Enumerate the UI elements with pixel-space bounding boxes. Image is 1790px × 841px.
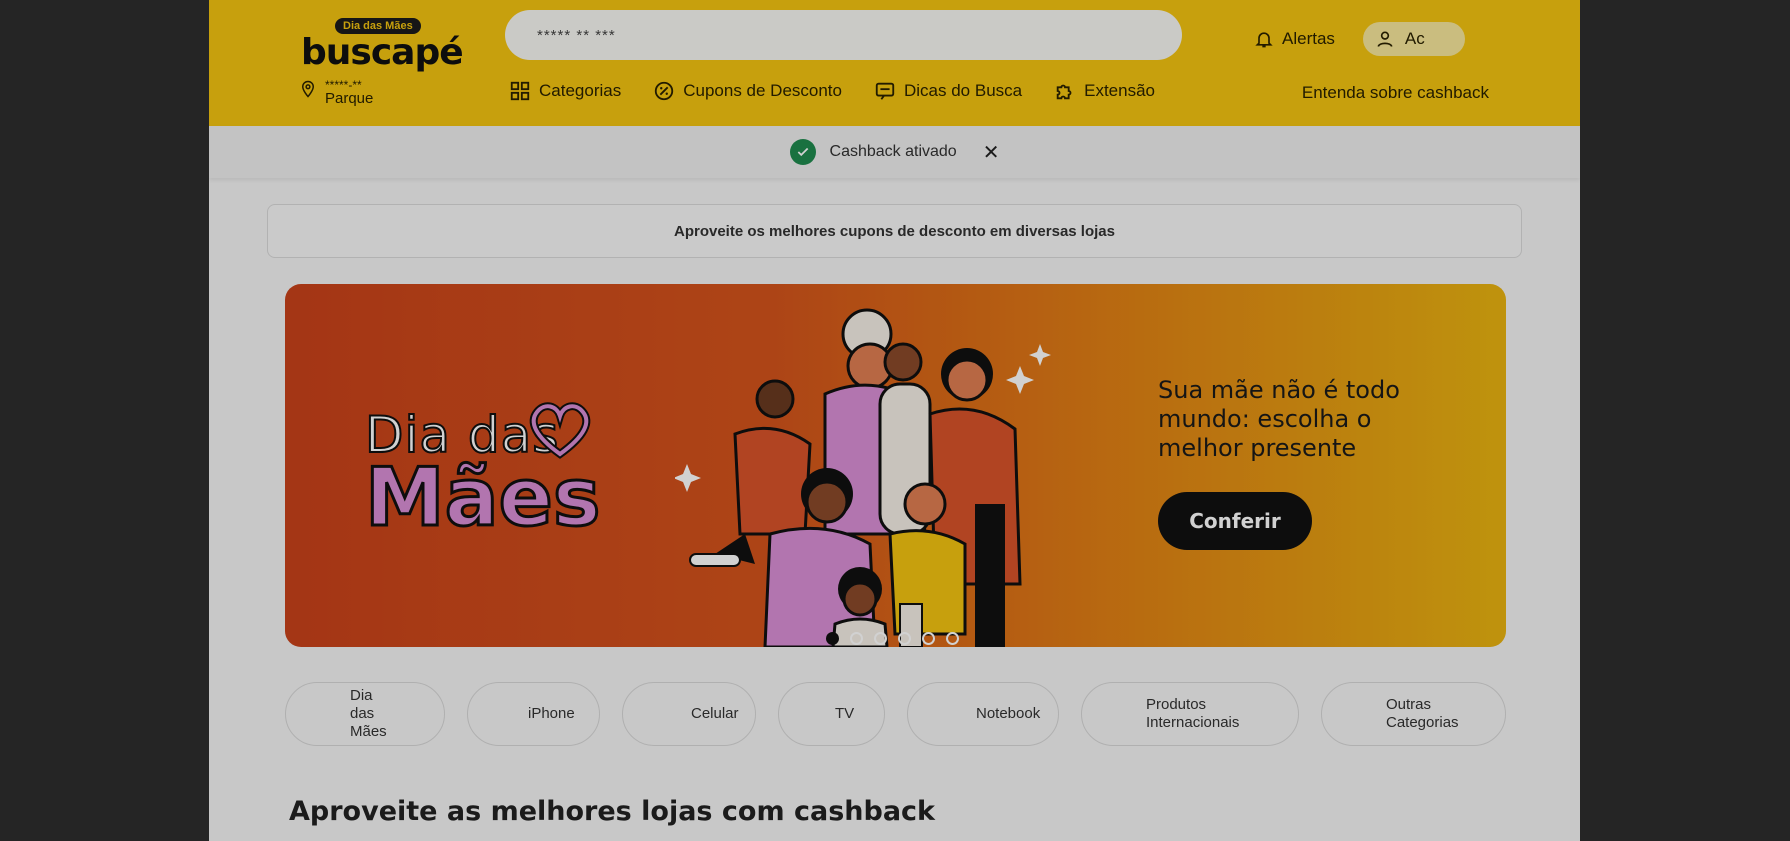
coupon-promo-strip[interactable]: Aproveite os melhores cupons de desconto… — [267, 204, 1522, 258]
chip-label: Notebook — [976, 705, 1041, 722]
location-selector[interactable]: *****-** Parque — [299, 78, 373, 106]
carousel-dot[interactable] — [898, 632, 911, 645]
location-pin-icon — [301, 80, 315, 98]
nav-label: Dicas do Busca — [904, 81, 1023, 100]
nav-label: Categorias — [539, 81, 622, 100]
chip-tv[interactable]: TV — [778, 682, 885, 746]
category-chips: Dia das Mães iPhone Celular TV Notebook … — [285, 682, 1506, 746]
carousel-dot[interactable] — [946, 632, 959, 645]
buscape-logo[interactable]: Dia das Mães buscapé — [301, 12, 464, 73]
carousel-dots — [826, 632, 959, 645]
chip-label: Outras Categorias — [1386, 696, 1459, 731]
check-icon — [789, 139, 816, 165]
main-nav: Categorias Cupons de Desconto Dicas do B… — [509, 80, 1155, 102]
chip-produtos-internacionais[interactable]: Produtos Internacionais — [1081, 682, 1299, 746]
search-bar[interactable] — [505, 10, 1182, 60]
coupon-icon — [655, 81, 674, 101]
banner-copy: Sua mãe não é todo mundo: escolha o melh… — [1158, 376, 1400, 462]
nav-label: Extensão — [1084, 81, 1156, 100]
search-input[interactable] — [537, 26, 1150, 44]
close-icon[interactable]: ✕ — [983, 140, 1000, 165]
family-illustration — [675, 308, 1051, 647]
nav-categorias[interactable]: Categorias — [509, 80, 621, 102]
chip-label: Dia das Mães — [350, 687, 387, 740]
hero-banner[interactable]: Dia das Mães Sua mãe não é todo mundo: e… — [285, 284, 1506, 647]
nav-extensao[interactable]: Extensão — [1054, 80, 1155, 102]
heart-icon — [529, 402, 591, 459]
carousel-dot[interactable] — [922, 632, 935, 645]
chip-label: Celular — [691, 705, 739, 722]
account-label: Ac — [1404, 29, 1425, 48]
logo-text: buscapé — [301, 32, 464, 73]
nav-dicas[interactable]: Dicas do Busca — [874, 80, 1022, 102]
carousel-dot[interactable] — [874, 632, 887, 645]
site-header: Dia das Mães buscapé *****-** Parque Ale… — [209, 0, 1580, 126]
user-icon — [1377, 31, 1393, 47]
grid-icon — [510, 81, 530, 101]
conferir-button[interactable]: Conferir — [1158, 492, 1312, 550]
chip-notebook[interactable]: Notebook — [907, 682, 1059, 746]
alerts-link[interactable]: Alertas — [1254, 29, 1335, 49]
cashback-status-text: Cashback ativado — [829, 143, 957, 160]
location-name: Parque — [325, 90, 374, 107]
chat-icon — [875, 82, 895, 100]
header-actions: Alertas Ac — [1254, 22, 1465, 56]
chip-outras-categorias[interactable]: Outras Categorias — [1321, 682, 1506, 746]
chip-label: iPhone — [528, 705, 575, 722]
cashback-status-bar: Cashback ativado ✕ — [209, 126, 1580, 178]
chip-celular[interactable]: Celular — [622, 682, 756, 746]
chip-label: TV — [835, 705, 855, 722]
banner-title-line2: Mães — [363, 451, 601, 544]
puzzle-icon — [1056, 84, 1072, 100]
alerts-label: Alertas — [1282, 29, 1335, 48]
browser-viewport: Dia das Mães buscapé *****-** Parque Ale… — [209, 0, 1580, 841]
carousel-dot[interactable] — [826, 632, 839, 645]
chip-iphone[interactable]: iPhone — [467, 682, 600, 746]
section-title: Aproveite as melhores lojas com cashback — [289, 796, 935, 827]
chip-label: Produtos Internacionais — [1146, 696, 1240, 731]
nav-cupons[interactable]: Cupons de Desconto — [653, 80, 842, 102]
bell-icon — [1255, 32, 1273, 48]
nav-label: Cupons de Desconto — [683, 81, 842, 100]
carousel-dot[interactable] — [850, 632, 863, 645]
account-button[interactable]: Ac — [1362, 22, 1465, 56]
chip-dia-das-maes[interactable]: Dia das Mães — [285, 682, 445, 746]
cashback-info-link[interactable]: Entenda sobre cashback — [1302, 83, 1489, 103]
